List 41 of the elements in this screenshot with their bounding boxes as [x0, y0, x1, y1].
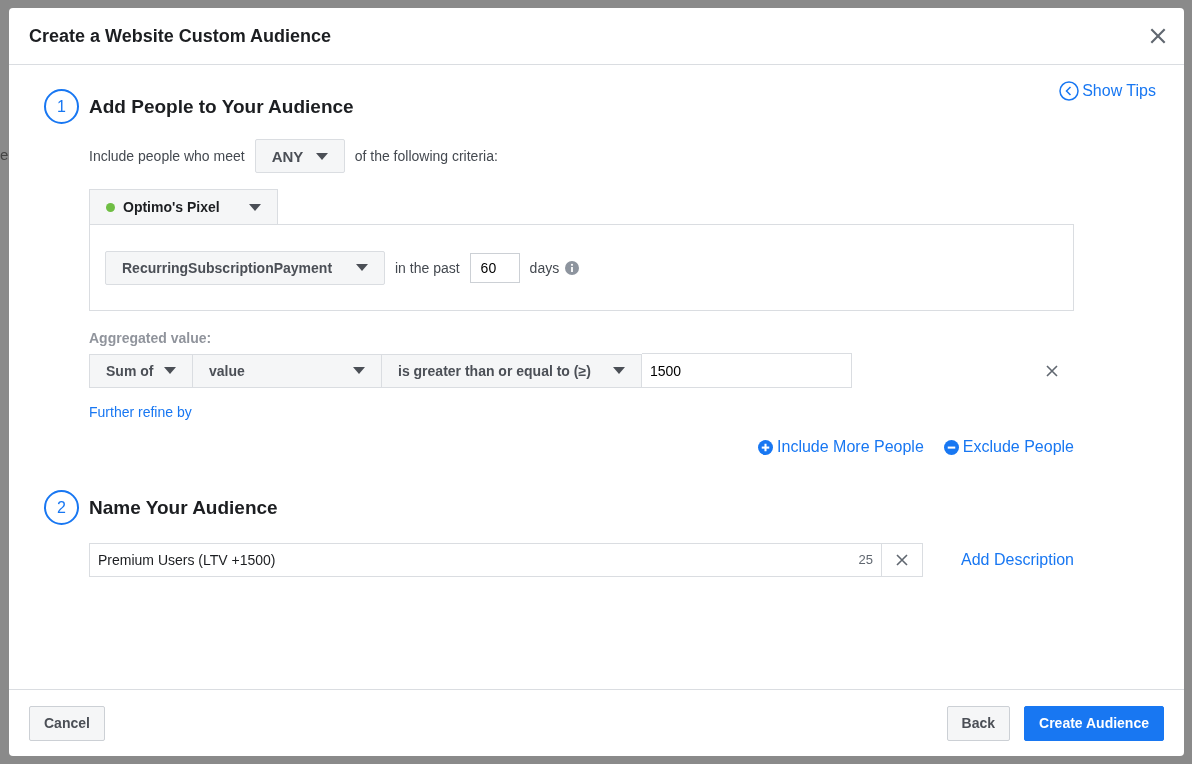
close-icon	[896, 554, 908, 566]
caret-icon	[164, 367, 176, 374]
parameter-dropdown[interactable]: value	[193, 353, 382, 388]
close-icon	[1046, 364, 1058, 377]
pixel-dropdown[interactable]: Optimo's Pixel	[89, 189, 278, 224]
plus-circle-icon	[758, 439, 774, 455]
character-count: 25	[858, 552, 873, 567]
caret-icon	[356, 264, 368, 271]
caret-icon	[315, 152, 328, 160]
include-people-link[interactable]: Include More People	[758, 438, 924, 456]
close-icon	[1150, 28, 1166, 44]
operator-dropdown[interactable]: is greater than or equal to (≥)	[382, 353, 642, 388]
days-input[interactable]: 60	[469, 252, 520, 283]
match-dropdown[interactable]: ANY	[254, 139, 345, 173]
function-dropdown[interactable]: Sum of	[89, 353, 193, 388]
retention-label: in the past	[395, 259, 460, 276]
background-text: e	[0, 146, 9, 163]
step-number: 1	[44, 89, 79, 124]
section-heading: Add People to Your Audience	[89, 95, 354, 118]
criteria-label: of the following criteria:	[354, 148, 498, 164]
minus-circle-icon	[943, 439, 959, 455]
caret-icon	[613, 367, 625, 374]
amount-input[interactable]: 1500	[642, 353, 852, 388]
dialog-title: Create a Website Custom Audience	[29, 25, 332, 47]
info-icon	[565, 260, 580, 275]
chevron-circle-icon	[1059, 81, 1080, 101]
caret-icon	[353, 367, 365, 374]
aggregated-value-label: Aggregated value:	[89, 330, 213, 346]
show-tips-link[interactable]: Show Tips	[1059, 81, 1156, 101]
event-dropdown[interactable]: RecurringSubscriptionPayment	[105, 250, 385, 285]
caret-icon	[249, 203, 261, 211]
step-number: 2	[44, 490, 79, 525]
secondary-button[interactable]: Cancel	[29, 705, 105, 741]
days-label: days	[529, 259, 560, 276]
section-heading: Name Your Audience	[89, 496, 278, 519]
exclude-people-link[interactable]: Exclude People	[943, 438, 1074, 456]
primary-button[interactable]: Create Audience	[1024, 705, 1164, 741]
add-description-link[interactable]: Add Description	[961, 551, 1074, 569]
secondary-button[interactable]: Back	[946, 705, 1011, 741]
further-refine-link[interactable]: Further refine by	[89, 404, 192, 420]
criteria-label: Include people who meet	[89, 148, 245, 164]
